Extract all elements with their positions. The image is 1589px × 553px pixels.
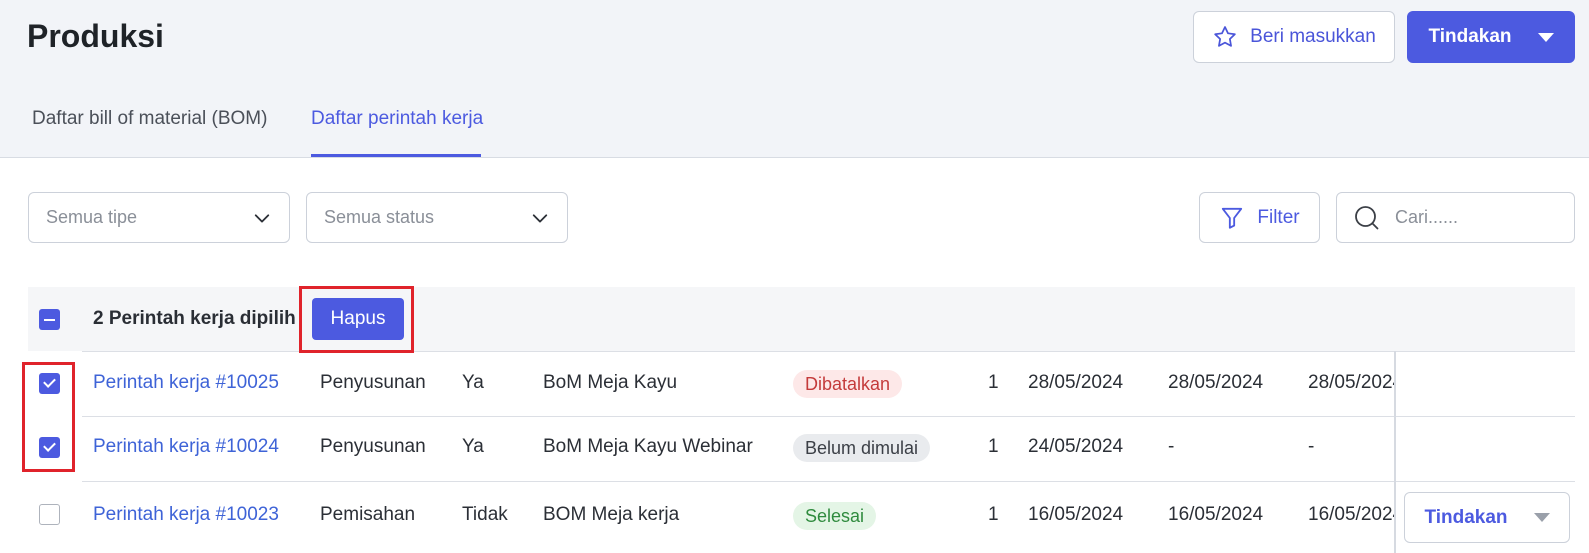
filter-button[interactable]: Filter: [1199, 192, 1320, 243]
flag-cell: Ya: [462, 372, 484, 393]
funnel-icon: [1222, 207, 1243, 229]
type-select[interactable]: Semua tipe: [28, 192, 290, 243]
date-cell: 28/05/2024: [1168, 372, 1264, 393]
row-divider: [82, 351, 1575, 352]
date-cell: 16/05/2024: [1028, 504, 1124, 525]
qty-cell: 1: [988, 372, 999, 393]
row-actions-button[interactable]: Tindakan: [1404, 492, 1570, 543]
date-cell: 16/05/2024: [1308, 504, 1394, 525]
qty-cell: 1: [988, 436, 999, 457]
process-cell: Penyusunan: [320, 436, 426, 457]
work-order-link[interactable]: Perintah kerja #10024: [93, 436, 279, 458]
caret-down-icon: [1533, 513, 1550, 522]
work-order-link[interactable]: Perintah kerja #10025: [93, 372, 279, 394]
status-select[interactable]: Semua status: [306, 192, 568, 243]
row-actions-label: Tindakan: [1424, 506, 1508, 528]
status-select-value: Semua status: [324, 207, 435, 227]
work-order-link[interactable]: Perintah kerja #10023: [93, 504, 279, 526]
selection-count: 2 Perintah kerja dipilih: [93, 308, 296, 329]
chevron-down-icon: [532, 213, 548, 222]
status-badge: Selesai: [793, 502, 877, 530]
row-divider: [82, 481, 1575, 482]
feedback-button[interactable]: Beri masukkan: [1193, 11, 1395, 63]
type-select-value: Semua tipe: [46, 207, 138, 227]
search-input[interactable]: [1395, 207, 1555, 228]
date-cell: -: [1168, 436, 1175, 457]
qty-cell: 1: [988, 504, 999, 525]
actions-label: Tindakan: [1428, 26, 1512, 47]
actions-dropdown-button[interactable]: Tindakan: [1407, 11, 1575, 63]
tab-work-order-list[interactable]: Daftar perintah kerja: [311, 108, 483, 130]
flag-cell: Tidak: [462, 504, 508, 525]
flag-cell: Ya: [462, 436, 484, 457]
bom-cell: BOM Meja kerja: [543, 504, 680, 525]
date-cell: -: [1308, 436, 1315, 457]
sticky-column-divider: [1394, 351, 1396, 553]
filter-label: Filter: [1257, 206, 1300, 228]
chevron-down-icon: [254, 213, 270, 222]
date-cell: 24/05/2024: [1028, 436, 1124, 457]
tab-bom-list[interactable]: Daftar bill of material (BOM): [32, 108, 267, 130]
row-checkbox[interactable]: [39, 504, 60, 525]
page-title: Produksi: [27, 18, 164, 54]
star-icon: [1214, 26, 1236, 47]
status-badge: Belum dimulai: [793, 434, 931, 462]
row-divider: [82, 416, 1575, 417]
row-checkbox[interactable]: [39, 373, 60, 394]
select-all-checkbox[interactable]: [39, 309, 60, 330]
active-tab-indicator: [311, 154, 481, 157]
delete-button[interactable]: Hapus: [312, 298, 404, 340]
status-badge: Dibatalkan: [793, 370, 903, 398]
process-cell: Penyusunan: [320, 372, 426, 393]
bom-cell: BoM Meja Kayu Webinar: [543, 436, 753, 457]
process-cell: Pemisahan: [320, 504, 416, 525]
bom-cell: BoM Meja Kayu: [543, 372, 678, 393]
search-icon: [1355, 205, 1379, 229]
search-box[interactable]: [1336, 192, 1575, 243]
date-cell: 28/05/2024: [1028, 372, 1124, 393]
date-cell: 16/05/2024: [1168, 504, 1264, 525]
row-checkbox[interactable]: [39, 437, 60, 458]
feedback-label: Beri masukkan: [1250, 26, 1376, 47]
caret-down-icon: [1537, 32, 1554, 42]
date-cell: 28/05/2024: [1308, 372, 1394, 393]
